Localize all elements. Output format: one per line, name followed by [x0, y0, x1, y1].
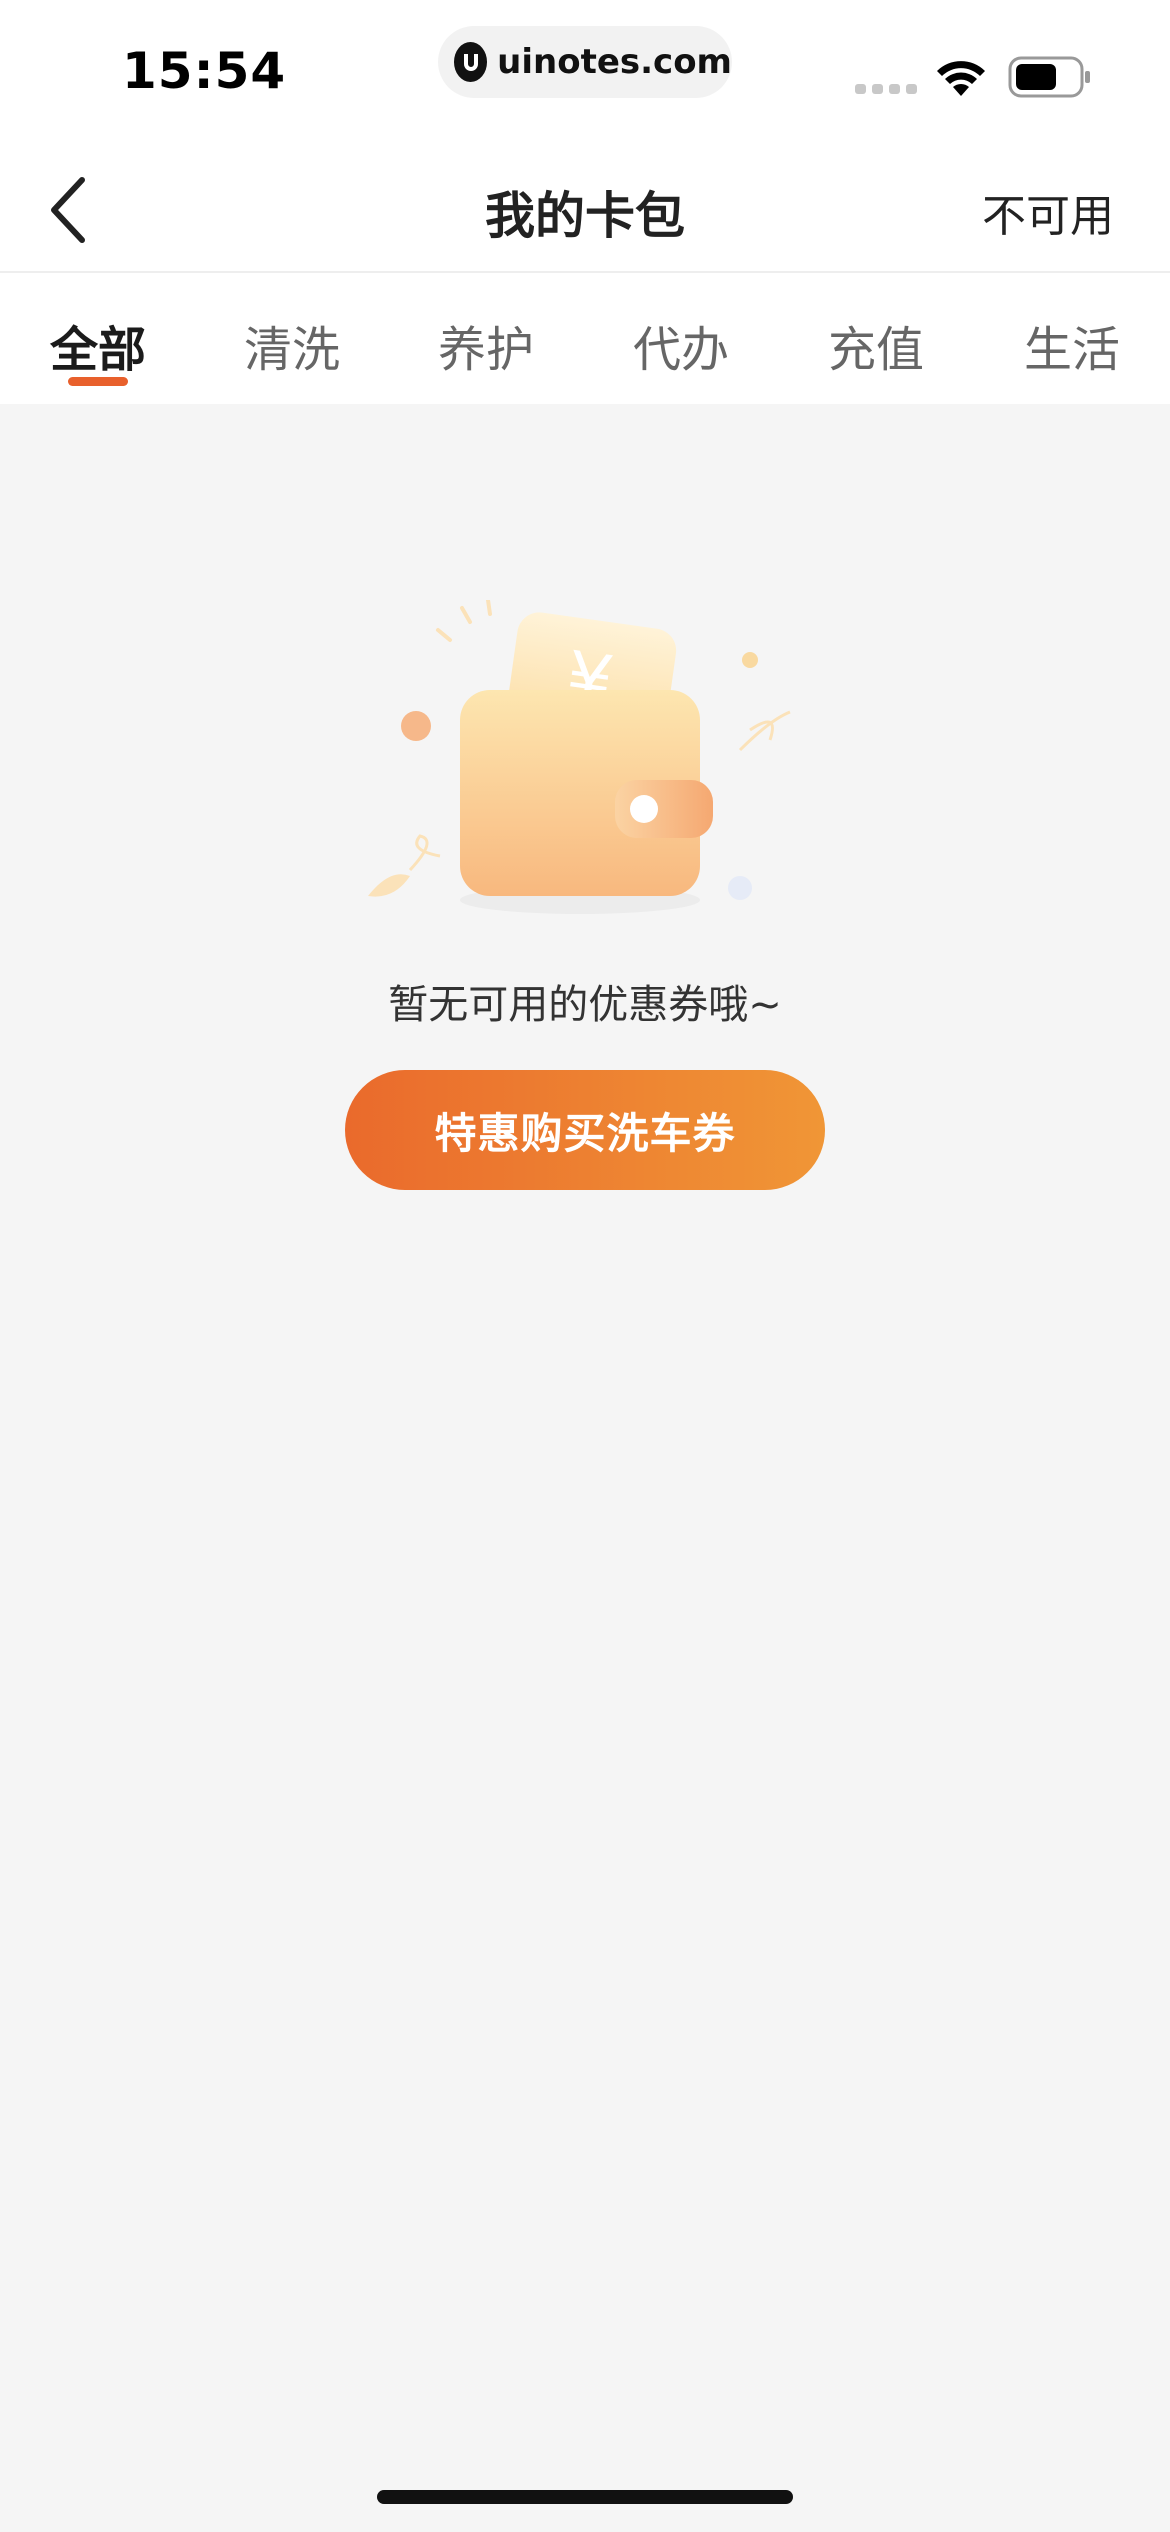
- tab-maintenance[interactable]: 养护: [406, 310, 566, 380]
- site-logo-icon: [454, 42, 488, 82]
- url-text: uinotes.com: [497, 42, 732, 82]
- wifi-icon: [937, 61, 985, 96]
- buy-wash-coupon-button[interactable]: 特惠购买洗车券: [345, 1070, 825, 1190]
- unavailable-button[interactable]: 不可用: [982, 180, 1114, 244]
- tab-recharge[interactable]: 充值: [796, 310, 956, 380]
- battery-icon: [1008, 56, 1090, 98]
- tab-errands[interactable]: 代办: [601, 310, 761, 380]
- tab-life[interactable]: 生活: [992, 310, 1152, 380]
- tab-wash[interactable]: 清洗: [212, 310, 372, 380]
- status-time: 15:54: [122, 42, 287, 100]
- home-indicator: [377, 2490, 793, 2504]
- category-tabs: 全部 清洗 养护 代办 充值 生活: [0, 272, 1170, 404]
- empty-message: 暂无可用的优惠券哦~: [388, 982, 782, 1028]
- tab-all[interactable]: 全部: [18, 310, 178, 380]
- wallet-coupon-icon: ¥: [368, 600, 791, 914]
- url-badge: uinotes.com: [438, 26, 732, 98]
- signal-icon: [855, 84, 917, 94]
- active-tab-indicator: [68, 377, 128, 386]
